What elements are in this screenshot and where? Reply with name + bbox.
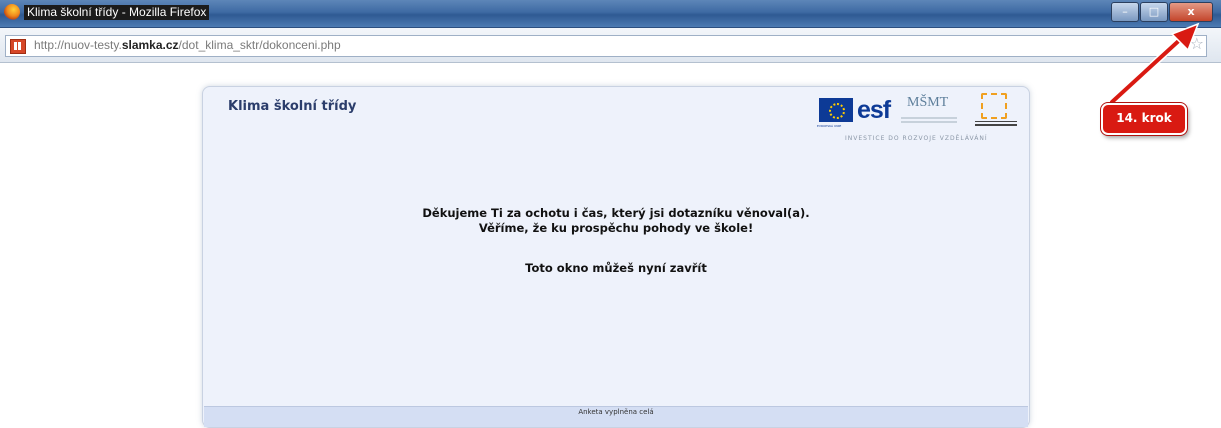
minimize-button[interactable]: – [1111,2,1139,22]
op-logo [981,93,1007,119]
site-favicon-icon [10,39,26,54]
eu-logo-caption: EVROPSKÁ UNIE [817,124,842,128]
op-logo-caption [975,121,1017,126]
sponsor-logos: EVROPSKÁ UNIE esf MŠMT INVESTICE DO ROZV… [815,93,1017,143]
url-path: /dot_klima_sktr/dokonceni.php [178,38,341,52]
step-callout: 14. krok [1101,103,1187,135]
msmt-logo-caption [901,117,957,123]
annotation-arrow-icon [1108,22,1200,106]
footer-status-text: Anketa vyplněna celá [578,408,654,416]
survey-panel: Klima školní třídy EVROPSKÁ UNIE esf MŠM… [202,86,1030,428]
window-controls: – □ x [1110,2,1213,22]
maximize-button[interactable]: □ [1140,2,1168,22]
status-footer: Anketa vyplněna celá [204,406,1028,427]
wellbeing-message: Věříme, že ku prospěchu pohody ve škole! [478,221,754,235]
firefox-icon [4,4,20,20]
msmt-logo: MŠMT [907,95,949,110]
navigation-toolbar: http://nuov-testy.slamka.cz/dot_klima_sk… [0,28,1221,63]
step-callout-label: 14. krok [1116,111,1172,125]
window-titlebar: Klima školní třídy - Mozilla Firefox – □… [0,0,1221,28]
url-prefix: http://nuov-testy. [34,38,122,52]
window-title: Klima školní třídy - Mozilla Firefox [24,5,210,20]
esf-logo: esf [857,96,891,124]
eu-flag-logo [819,98,853,122]
url-domain: slamka.cz [121,38,179,52]
url-text[interactable]: http://nuov-testy.slamka.cz/dot_klima_sk… [34,38,341,52]
page-title: Klima školní třídy [228,99,357,114]
close-button[interactable]: x [1169,2,1213,22]
investice-tagline: INVESTICE DO ROZVOJE VZDĚLÁVÁNÍ [845,135,988,142]
thank-you-message: Děkujeme Ti za ochotu i čas, který jsi d… [422,206,810,220]
url-bar[interactable]: http://nuov-testy.slamka.cz/dot_klima_sk… [5,34,1207,57]
close-window-message: Toto okno můžeš nyní zavřít [525,261,707,275]
